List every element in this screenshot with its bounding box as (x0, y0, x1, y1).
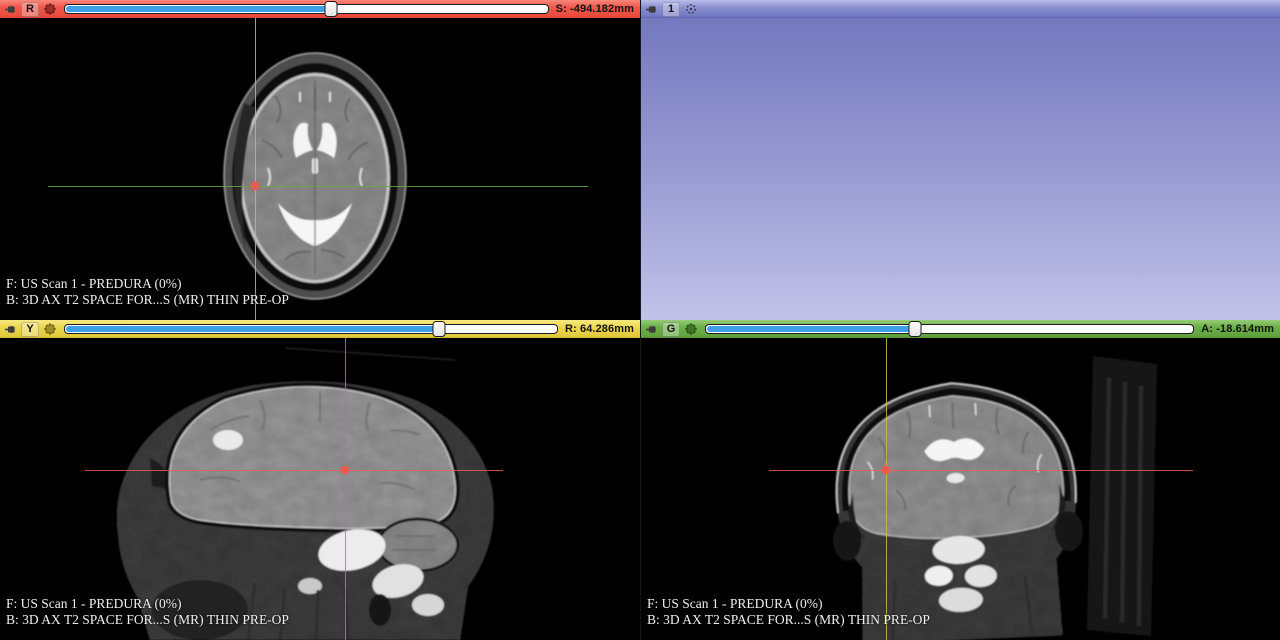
coronal-viewport[interactable]: F: US Scan 1 - PREDURA (0%) B: 3D AX T2 … (641, 338, 1280, 640)
slider-fill (66, 6, 329, 12)
axial-viewport[interactable]: F: US Scan 1 - PREDURA (0%) B: 3D AX T2 … (0, 18, 640, 320)
crosshair-center[interactable] (882, 466, 890, 474)
crosshair-horizontal-line[interactable] (769, 470, 1193, 471)
yellow-slice-controller: Y R: 64.286mm (0, 320, 640, 338)
slider-fill (66, 326, 438, 332)
slider-handle[interactable] (909, 321, 922, 337)
threed-view-controller: 1 (641, 0, 1280, 18)
view-label-1[interactable]: 1 (662, 2, 680, 17)
yellow-slice-pane: Y R: 64.286mm (0, 320, 640, 640)
slice-offset-slider[interactable] (705, 320, 1194, 338)
axial-mri-image (0, 18, 640, 320)
slice-offset-slider[interactable] (64, 320, 558, 338)
slice-offset-slider[interactable] (64, 0, 549, 18)
slider-track[interactable] (64, 324, 558, 334)
crosshair-horizontal-line[interactable] (48, 186, 588, 187)
green-slice-pane: G A: -18.614mm (640, 320, 1280, 640)
pin-icon[interactable] (644, 2, 659, 16)
coronal-mri-image (641, 338, 1280, 640)
slice-options-icon[interactable] (683, 322, 698, 336)
slider-handle[interactable] (324, 1, 337, 17)
slice-offset-readout: S: -494.182mm (556, 3, 635, 15)
crosshair-center[interactable] (341, 466, 349, 474)
crosshair-center[interactable] (251, 182, 259, 190)
threed-view-pane: 1 (640, 0, 1280, 320)
view-label-R[interactable]: R (21, 2, 39, 17)
sagittal-mri-image (0, 338, 640, 640)
foreground-layer-label: F: US Scan 1 - PREDURA (0%) (6, 596, 289, 612)
green-slice-controller: G A: -18.614mm (641, 320, 1280, 338)
pin-icon[interactable] (3, 2, 18, 16)
background-layer-label: B: 3D AX T2 SPACE FOR...S (MR) THIN PRE-… (6, 292, 289, 308)
slice-offset-readout: A: -18.614mm (1201, 323, 1275, 335)
background-layer-label: B: 3D AX T2 SPACE FOR...S (MR) THIN PRE-… (647, 612, 930, 628)
red-slice-controller: R S: -494.182mm (0, 0, 640, 18)
slice-options-icon[interactable] (42, 322, 57, 336)
foreground-layer-label: F: US Scan 1 - PREDURA (0%) (647, 596, 930, 612)
foreground-layer-label: F: US Scan 1 - PREDURA (0%) (6, 276, 289, 292)
slice-options-icon[interactable] (42, 2, 57, 16)
crosshair-vertical-line[interactable] (345, 338, 346, 640)
slice-offset-readout: R: 64.286mm (565, 323, 635, 335)
corner-annotation: F: US Scan 1 - PREDURA (0%) B: 3D AX T2 … (6, 276, 289, 307)
slider-track[interactable] (64, 4, 549, 14)
slider-track[interactable] (705, 324, 1194, 334)
corner-annotation: F: US Scan 1 - PREDURA (0%) B: 3D AX T2 … (6, 596, 289, 627)
view-label-Y[interactable]: Y (21, 322, 39, 337)
slider-fill (707, 326, 915, 332)
pin-icon[interactable] (644, 322, 659, 336)
corner-annotation: F: US Scan 1 - PREDURA (0%) B: 3D AX T2 … (647, 596, 930, 627)
red-slice-pane: R S: -494.182mm (0, 0, 640, 320)
crosshair-vertical-line[interactable] (886, 338, 887, 640)
center-view-icon[interactable] (683, 2, 698, 16)
slicer-four-up-view: R S: -494.182mm (0, 0, 1280, 640)
pin-icon[interactable] (3, 322, 18, 336)
slider-handle[interactable] (433, 321, 446, 337)
view-label-G[interactable]: G (662, 322, 680, 337)
crosshair-horizontal-line[interactable] (85, 470, 503, 471)
sagittal-viewport[interactable]: F: US Scan 1 - PREDURA (0%) B: 3D AX T2 … (0, 338, 640, 640)
crosshair-vertical-line[interactable] (255, 18, 256, 320)
threed-viewport[interactable] (641, 18, 1280, 320)
background-layer-label: B: 3D AX T2 SPACE FOR...S (MR) THIN PRE-… (6, 612, 289, 628)
